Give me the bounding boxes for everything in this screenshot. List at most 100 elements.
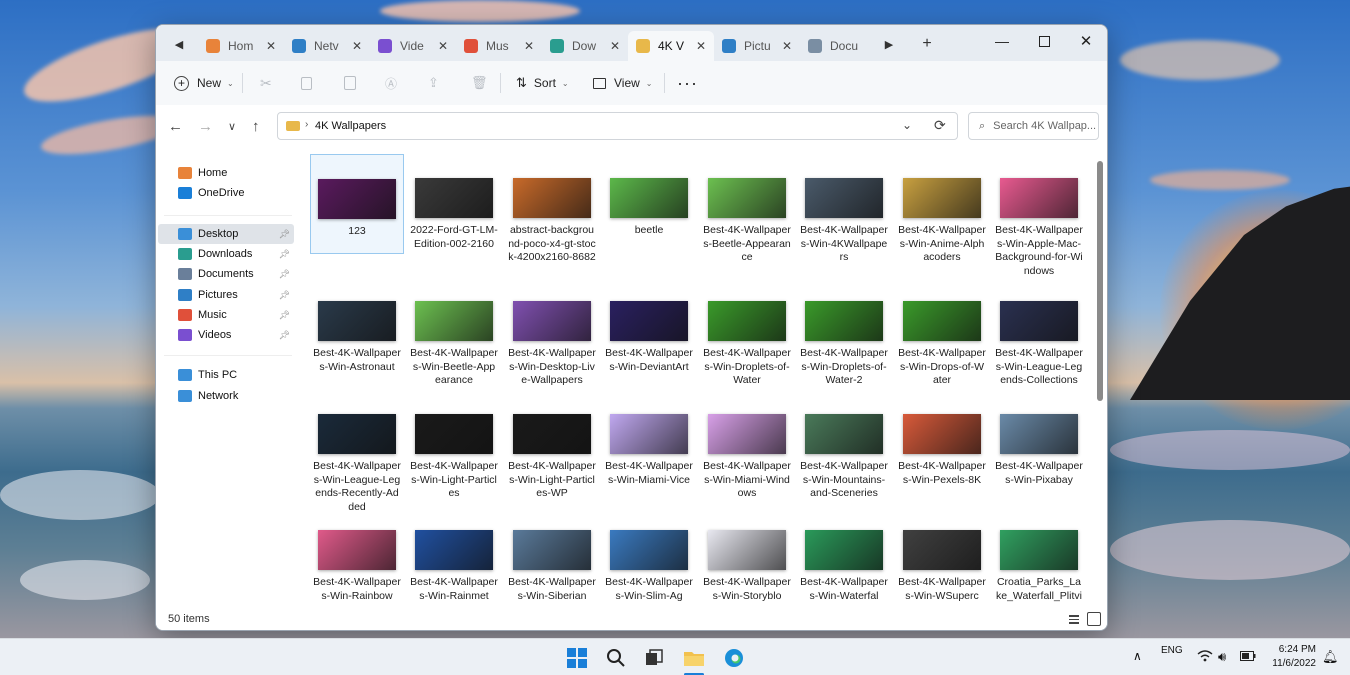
refresh-icon[interactable]: ⟳ [934,117,946,134]
vertical-scrollbar[interactable] [1097,161,1103,401]
file-item[interactable]: Best-4K-Wallpapers-Win-4KWallpapers [797,178,891,265]
rename-icon[interactable]: Ⓐ [385,71,397,95]
file-item[interactable]: Best-4K-Wallpapers-Win-DeviantArt [602,301,696,374]
file-item[interactable]: abstract-background-poco-x4-gt-stock-420… [505,178,599,265]
more-options-icon[interactable]: ··· [677,71,698,95]
wifi-icon[interactable] [1197,650,1213,665]
new-button[interactable]: + New ⌄ [174,71,234,95]
file-item[interactable]: Best-4K-Wallpapers-Win-Miami-Vice [602,414,696,487]
tab[interactable]: Netv ✕ [284,31,370,61]
view-label: View [614,76,640,90]
file-item[interactable]: 123 [310,154,404,254]
tab[interactable]: 4K V ✕ [628,31,714,61]
file-explorer-icon[interactable] [683,647,705,669]
file-item[interactable]: Best-4K-Wallpapers-Beetle-Appearance [700,178,794,265]
search-box[interactable]: ⌕ Search 4K Wallpap... [968,112,1099,140]
paste-icon[interactable] [344,71,356,95]
file-item[interactable]: Best-4K-Wallpapers-Win-Drops-of-Water [895,301,989,388]
file-item[interactable]: Best-4K-Wallpapers-Win-Storyblo [700,530,794,603]
scroll-tabs-right-icon[interactable]: ▶ [878,33,900,55]
share-icon[interactable]: ⇪ [428,71,439,95]
file-item[interactable]: Best-4K-Wallpapers-Win-Astronaut [310,301,404,374]
start-icon[interactable] [566,647,588,669]
cut-icon[interactable]: ✂ [260,71,272,95]
file-item[interactable]: Best-4K-Wallpapers-Win-Siberian [505,530,599,603]
file-item[interactable]: Best-4K-Wallpapers-Win-Apple-Mac-Backgro… [992,178,1086,278]
file-item[interactable]: Best-4K-Wallpapers-Win-WSuperc [895,530,989,603]
new-tab-icon[interactable]: + [916,33,938,55]
large-icons-view-icon[interactable] [1087,612,1101,626]
view-button[interactable]: View ⌄ [593,71,653,95]
sidebar-item-music[interactable]: Music 📌︎ [158,305,294,325]
file-item[interactable]: beetle [602,178,696,238]
delete-icon[interactable]: 🗑 [471,71,488,95]
recent-locations-chevron-icon[interactable]: ∨ [228,120,236,133]
file-item[interactable]: Best-4K-Wallpapers-Win-Miami-Windows [700,414,794,501]
file-item[interactable]: Best-4K-Wallpapers-Win-Desktop-Live-Wall… [505,301,599,388]
file-item[interactable]: Best-4K-Wallpapers-Win-Droplets-of-Water [700,301,794,388]
battery-icon[interactable] [1240,651,1256,664]
file-item[interactable]: Best-4K-Wallpapers-Win-Droplets-of-Water… [797,301,891,388]
file-item[interactable]: Best-4K-Wallpapers-Win-Beetle-Appearance [407,301,501,388]
file-item[interactable]: Best-4K-Wallpapers-Win-League-Legends-Co… [992,301,1086,388]
sidebar-item-downloads[interactable]: Downloads 📌︎ [158,244,294,264]
show-hidden-icons-chevron[interactable]: ∧ [1133,649,1142,663]
address-dropdown-icon[interactable]: ⌄ [902,118,912,132]
close-tab-icon[interactable]: ✕ [438,39,448,53]
tab[interactable]: Hom ✕ [198,31,284,61]
sidebar-item-documents[interactable]: Documents 📌︎ [158,264,294,284]
clock[interactable]: 6:24 PM 11/6/2022 [1272,644,1316,669]
file-item[interactable]: Best-4K-Wallpapers-Win-Rainmet [407,530,501,603]
copy-icon[interactable] [301,71,312,95]
tab[interactable]: Dow ✕ [542,31,628,61]
language-indicator[interactable]: ENG [1161,645,1183,656]
details-view-icon[interactable] [1067,612,1081,626]
file-item[interactable]: Best-4K-Wallpapers-Win-Light-Particles-W… [505,414,599,501]
breadcrumb-current[interactable]: 4K Wallpapers [315,120,386,132]
file-item[interactable]: Best-4K-Wallpapers-Win-Pexels-8K [895,414,989,487]
file-item[interactable]: Best-4K-Wallpapers-Win-Light-Particles [407,414,501,501]
file-item[interactable]: Best-4K-Wallpapers-Win-Waterfal [797,530,891,603]
volume-icon[interactable]: 🔊︎ [1218,649,1226,665]
minimize-icon[interactable]: — [982,29,1022,53]
sidebar-item-this-pc[interactable]: This PC [158,365,294,385]
close-tab-icon[interactable]: ✕ [352,39,362,53]
file-item[interactable]: Best-4K-Wallpapers-Win-Pixabay [992,414,1086,487]
task-view-icon[interactable] [643,647,665,669]
tab[interactable]: Docu [800,31,886,61]
forward-arrow-icon[interactable]: → [198,118,213,135]
tab[interactable]: Pictu ✕ [714,31,800,61]
back-arrow-icon[interactable]: ← [168,118,183,135]
sidebar-item-pictures[interactable]: Pictures 📌︎ [158,285,294,305]
close-tab-icon[interactable]: ✕ [782,39,792,53]
up-arrow-icon[interactable]: ↑ [252,118,260,135]
scroll-tabs-left-icon[interactable]: ◀ [168,33,190,55]
close-tab-icon[interactable]: ✕ [524,39,534,53]
close-window-icon[interactable]: ✕ [1066,29,1106,53]
close-tab-icon[interactable]: ✕ [266,39,276,53]
sidebar-item-network[interactable]: Network [158,386,294,406]
file-item[interactable]: Best-4K-Wallpapers-Win-League-Legends-Re… [310,414,404,514]
tab[interactable]: Mus ✕ [456,31,542,61]
file-item[interactable]: Best-4K-Wallpapers-Win-Mountains-and-Sce… [797,414,891,501]
close-tab-icon[interactable]: ✕ [696,39,706,53]
notifications-icon[interactable]: 🔔︎ [1322,649,1339,665]
maximize-icon[interactable] [1024,29,1064,53]
close-tab-icon[interactable]: ✕ [610,39,620,53]
sidebar-item-home[interactable]: Home [158,163,294,183]
file-item[interactable]: 2022-Ford-GT-LM-Edition-002-2160 [407,178,501,251]
sidebar-item-desktop[interactable]: Desktop 📌︎ [158,224,294,244]
sidebar-item-videos[interactable]: Videos 📌︎ [158,325,294,345]
search-icon[interactable] [605,647,627,669]
sidebar-item-onedrive[interactable]: OneDrive [158,183,294,203]
status-bar: 50 items [156,609,1107,630]
file-item[interactable]: Best-4K-Wallpapers-Win-Slim-Ag [602,530,696,603]
file-item[interactable]: Best-4K-Wallpapers-Win-Anime-Alphacoders [895,178,989,265]
file-item[interactable]: Best-4K-Wallpapers-Win-Rainbow [310,530,404,603]
file-thumbnail [903,414,981,454]
tab[interactable]: Vide ✕ [370,31,456,61]
edge-icon[interactable] [723,647,745,669]
file-item[interactable]: Croatia_Parks_Lake_Waterfall_Plitvi [992,530,1086,603]
sort-button[interactable]: ⇅ Sort ⌄ [516,71,569,95]
address-bar[interactable]: › 4K Wallpapers ⌄ ⟳ [277,112,958,140]
